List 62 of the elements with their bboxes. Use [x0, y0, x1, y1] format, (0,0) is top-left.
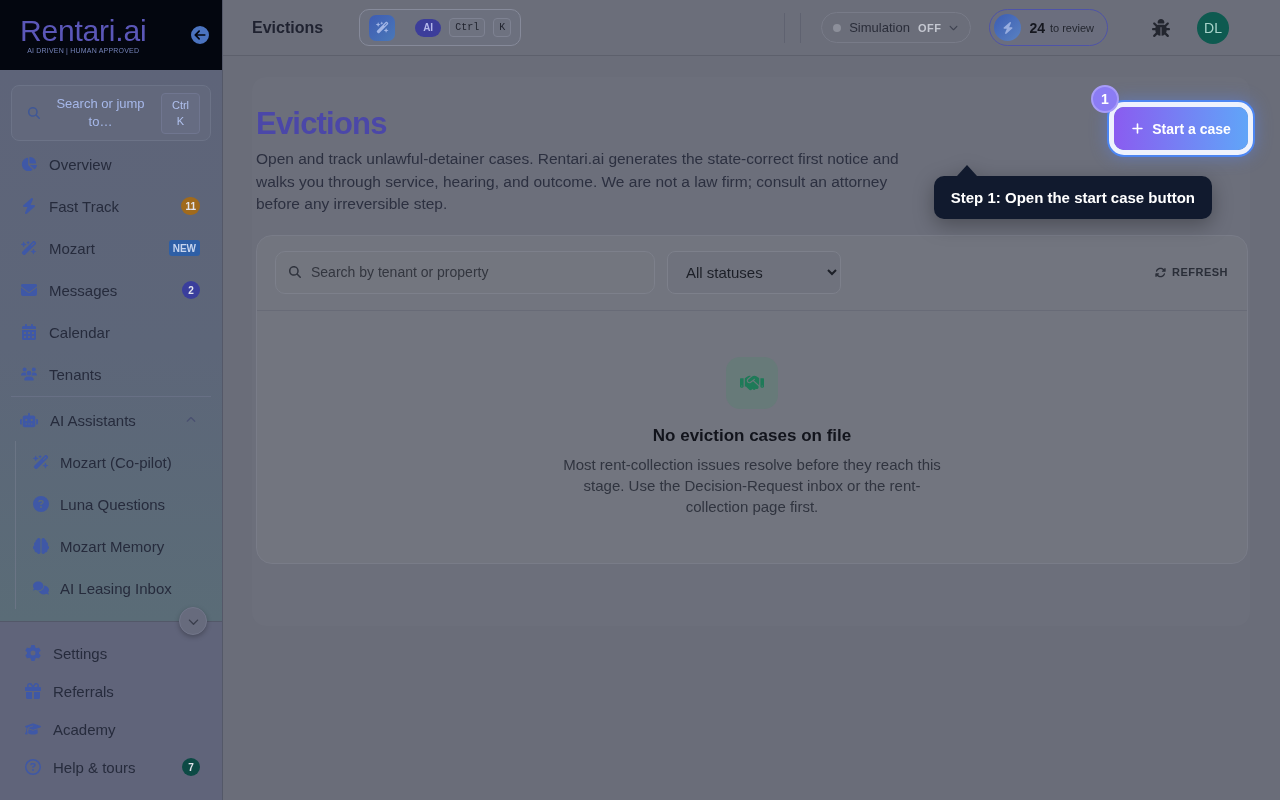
collapse-sidebar-icon[interactable] [191, 26, 209, 44]
search-icon [28, 107, 40, 119]
calendar-icon [21, 324, 37, 340]
header-title: Evictions [252, 18, 324, 37]
logo-wordmark: Rentari.ai [20, 15, 147, 46]
nav-item[interactable]: Tenants [11, 353, 211, 395]
help-icon [25, 759, 41, 775]
brain-icon [33, 538, 49, 554]
tour-tooltip: Step 1: Open the start case button [933, 165, 1212, 219]
lightning-icon [994, 14, 1022, 41]
page-description: Open and track unlawful-detainer cases. Rentari.ai generates the state-correct first notice and walks you through service, hearing, and outcome. We are not a law firm; consult an attorney before any irreversible step. [256, 149, 900, 214]
nav-item[interactable]: Messages 2 [11, 269, 211, 311]
nav-item[interactable]: Settings [11, 634, 211, 672]
ai-badge: AI [415, 18, 442, 37]
nav-item[interactable]: Mozart Memory [16, 525, 211, 567]
refresh-button[interactable]: REFRESH [1154, 266, 1228, 278]
refresh-icon [1154, 266, 1166, 278]
simulation-toggle[interactable]: Simulation OFF [821, 12, 972, 43]
nav-item[interactable]: Calendar [11, 311, 211, 353]
empty-state-text: Most rent-collection issues resolve before they reach this stage. Use the Decision-Request inbox or the rent-collection page first. [562, 454, 942, 517]
empty-state-title: No eviction cases on file [652, 424, 852, 447]
search-icon [289, 265, 301, 278]
shortcut-key: K [493, 18, 512, 37]
nav-group-header[interactable]: AI Assistants [11, 399, 211, 441]
nav-item[interactable]: AI Leasing Inbox [16, 567, 211, 609]
nav-item[interactable]: Mozart (Co-pilot) [16, 441, 211, 483]
nav-item[interactable]: Referrals [11, 672, 211, 710]
shortcut-key: Ctrl [449, 18, 486, 37]
pie-chart-icon [21, 156, 37, 172]
gift-icon [25, 683, 41, 699]
chat-bubbles-icon [33, 580, 49, 596]
count-badge: 11 [181, 197, 200, 215]
nav-item[interactable]: Overview [11, 143, 211, 185]
settings-icon [25, 645, 41, 661]
nav-item[interactable]: Academy [11, 710, 211, 748]
shortcut-key: Ctrl K [161, 92, 200, 134]
count-badge: 7 [182, 758, 200, 776]
robot-icon [20, 411, 38, 429]
handshake-icon [726, 356, 778, 409]
magic-wand-icon [369, 14, 396, 41]
bug-icon[interactable] [1152, 18, 1170, 37]
nav-item[interactable]: Mozart NEW [11, 227, 211, 269]
status-select[interactable]: All statuses [667, 250, 841, 294]
ai-command-bar[interactable]: AI Ctrl K [359, 9, 522, 46]
magic-wand-icon [21, 240, 37, 256]
search-button[interactable]: Search or jump to… Ctrl K [11, 85, 211, 141]
envelope-icon [21, 282, 37, 298]
chevron-down-icon [949, 23, 959, 32]
search-field[interactable]: Search by tenant or property [275, 250, 655, 294]
nav-item[interactable]: Luna Questions [16, 483, 211, 525]
plus-icon [1131, 122, 1145, 135]
tag-badge: NEW [168, 240, 200, 256]
count-badge: 2 [182, 281, 200, 299]
graduation-cap-icon [25, 721, 41, 737]
magic-wand-icon [33, 454, 49, 470]
avatar[interactable]: DL [1197, 11, 1229, 44]
lightning-icon [21, 198, 37, 214]
people-icon [21, 366, 37, 382]
review-queue-button[interactable]: 24 to review [989, 9, 1108, 46]
step-number-badge: 1 [1091, 85, 1119, 113]
nav-item[interactable]: Fast Track 11 [11, 185, 211, 227]
nav-item[interactable]: Help & tours 7 [11, 748, 211, 786]
